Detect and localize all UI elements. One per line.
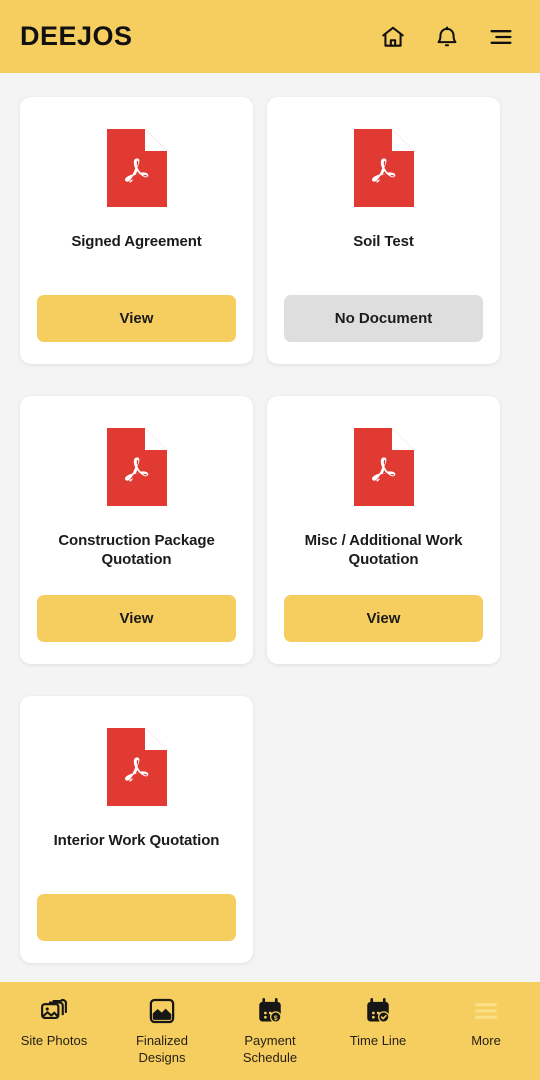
document-card-title: Misc / Additional Work Quotation: [304, 532, 463, 568]
bottom-navigation-bar: Site Photos Finalized Designs $ Payment …: [0, 982, 540, 1080]
nav-label: Finalized Designs: [135, 1033, 189, 1065]
document-card[interactable]: Construction Package Quotation View: [20, 396, 253, 664]
view-document-button[interactable]: View: [37, 295, 236, 343]
nav-label: Time Line: [349, 1033, 407, 1048]
nav-label: More: [471, 1033, 501, 1048]
calendar-dollar-icon: $: [255, 994, 285, 1028]
document-card-body: Soil Test: [284, 121, 483, 295]
document-card-body: Signed Agreement: [37, 121, 236, 295]
photos-stack-icon: [39, 994, 69, 1028]
document-card[interactable]: Soil Test No Document: [267, 97, 500, 365]
svg-text:$: $: [274, 1015, 278, 1022]
document-list-scroll-area[interactable]: Signed Agreement View Soil Test No Docum…: [0, 73, 540, 1080]
document-card-title: Interior Work Quotation: [53, 831, 220, 849]
nav-item-payment-schedule[interactable]: $ Payment Schedule: [216, 994, 324, 1066]
document-card[interactable]: Interior Work Quotation: [20, 695, 253, 964]
document-card-title: Soil Test: [353, 233, 414, 250]
document-card-body: Misc / Additional Work Quotation: [284, 420, 483, 595]
image-filled-icon: [147, 994, 177, 1028]
view-document-button[interactable]: View: [284, 594, 483, 642]
view-document-button[interactable]: View: [37, 594, 236, 642]
nav-item-more[interactable]: More: [432, 994, 540, 1050]
pdf-file-icon: [106, 727, 167, 806]
document-card-body: Interior Work Quotation: [37, 720, 236, 894]
calendar-check-icon: [363, 994, 393, 1028]
pdf-file-icon: [106, 428, 167, 507]
document-card-title: Construction Package Quotation: [58, 532, 215, 568]
pdf-file-icon: [106, 129, 167, 207]
hamburger-menu-icon: [471, 994, 501, 1028]
hamburger-menu-icon[interactable]: [486, 22, 516, 52]
pdf-file-icon: [353, 129, 414, 207]
notification-bell-icon[interactable]: [432, 22, 462, 52]
nav-label: Site Photos: [20, 1033, 88, 1048]
home-icon[interactable]: [378, 22, 408, 52]
pdf-file-icon: [353, 428, 414, 507]
nav-label: Payment Schedule: [242, 1033, 298, 1065]
view-document-button[interactable]: [37, 894, 236, 942]
header-icon-group: [378, 22, 522, 52]
nav-item-finalized-designs[interactable]: Finalized Designs: [108, 994, 216, 1066]
document-card[interactable]: Misc / Additional Work Quotation View: [267, 396, 500, 664]
app-header: DEEJOS: [0, 0, 540, 73]
document-card-grid: Signed Agreement View Soil Test No Docum…: [0, 73, 540, 964]
nav-item-time-line[interactable]: Time Line: [324, 994, 432, 1050]
nav-item-site-photos[interactable]: Site Photos: [0, 994, 108, 1050]
document-card-title: Signed Agreement: [71, 233, 202, 250]
no-document-button: No Document: [284, 295, 483, 343]
app-brand-logo: DEEJOS: [20, 21, 133, 51]
document-card-body: Construction Package Quotation: [37, 420, 236, 595]
document-card[interactable]: Signed Agreement View: [20, 97, 253, 365]
